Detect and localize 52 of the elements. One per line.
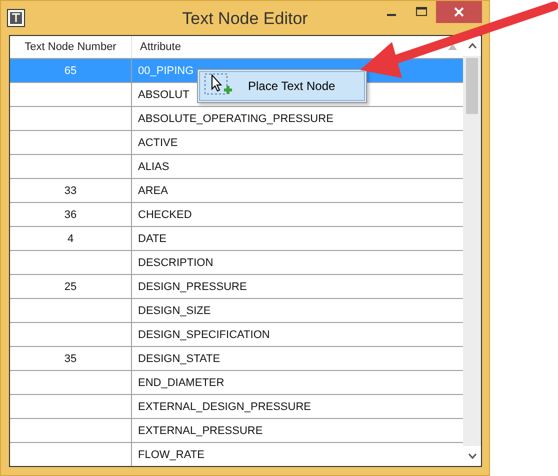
table-row[interactable]: 25 DESIGN_PRESSURE — [10, 274, 463, 298]
scroll-down-button[interactable] — [463, 446, 481, 466]
minimize-icon — [386, 14, 396, 16]
table-cell: ABSOLUTE_OPERATING_PRESSURE — [138, 112, 334, 124]
table-cell: 33 — [64, 184, 77, 196]
table-cell: FLOW_RATE — [138, 448, 204, 460]
app-icon — [7, 9, 25, 27]
table-cell: ABSOLUT — [138, 88, 190, 100]
sort-icon — [448, 44, 457, 50]
table-row[interactable]: DESIGN_SPECIFICATION — [10, 322, 463, 346]
chevron-down-icon — [468, 453, 476, 459]
table-row[interactable]: 36 CHECKED — [10, 202, 463, 226]
table-cell: DESIGN_STATE — [138, 352, 220, 364]
scrollbar[interactable] — [463, 36, 481, 466]
table-cell: ALIAS — [138, 160, 170, 172]
table-row[interactable]: ACTIVE — [10, 130, 463, 154]
table-cell: DESCRIPTION — [138, 256, 214, 268]
table-row[interactable]: DESIGN_SIZE — [10, 298, 463, 322]
close-icon — [454, 7, 464, 17]
table-cell: CHECKED — [138, 208, 192, 220]
table-cell: DESIGN_SIZE — [138, 304, 211, 316]
table-row[interactable]: ALIAS — [10, 154, 463, 178]
table-cell: DESIGN_SPECIFICATION — [138, 328, 270, 340]
menu-item[interactable]: Place Text Node — [199, 71, 365, 101]
table-row[interactable]: 35 DESIGN_STATE — [10, 346, 463, 370]
table-row[interactable]: FLOW_RATE — [10, 442, 463, 466]
table-cell: 65 — [64, 64, 77, 76]
window-title: Text Node Editor — [182, 9, 308, 28]
table-row[interactable]: EXTERNAL_PRESSURE — [10, 418, 463, 442]
maximize-icon — [416, 7, 426, 17]
table-row[interactable]: 4 DATE — [10, 226, 463, 250]
scroll-thumb[interactable] — [466, 58, 478, 114]
table-row[interactable]: END_DIAMETER — [10, 370, 463, 394]
close-button[interactable] — [436, 1, 482, 23]
table-cell: END_DIAMETER — [138, 376, 224, 388]
table-row[interactable]: 33 AREA — [10, 178, 463, 202]
table-cell: 25 — [64, 280, 77, 292]
table-cell: 00_PIPING — [138, 64, 194, 76]
column-header[interactable]: Attribute — [132, 36, 463, 58]
table-row[interactable]: DESCRIPTION — [10, 250, 463, 274]
table-cell: 35 — [64, 352, 77, 364]
table-row[interactable]: EXTERNAL_DESIGN_PRESSURE — [10, 394, 463, 418]
table-cell: AREA — [138, 184, 168, 196]
table-cell: 4 — [67, 232, 74, 244]
table-cell: EXTERNAL_DESIGN_PRESSURE — [138, 400, 311, 412]
chevron-up-icon — [468, 43, 476, 49]
table-cell: ACTIVE — [138, 136, 178, 148]
table-cell: EXTERNAL_PRESSURE — [138, 424, 263, 436]
table-row[interactable]: ABSOLUTE_OPERATING_PRESSURE — [10, 106, 463, 130]
table-cell: 36 — [64, 208, 77, 220]
table-cell: DESIGN_PRESSURE — [138, 280, 247, 292]
table-cell: DATE — [138, 232, 167, 244]
